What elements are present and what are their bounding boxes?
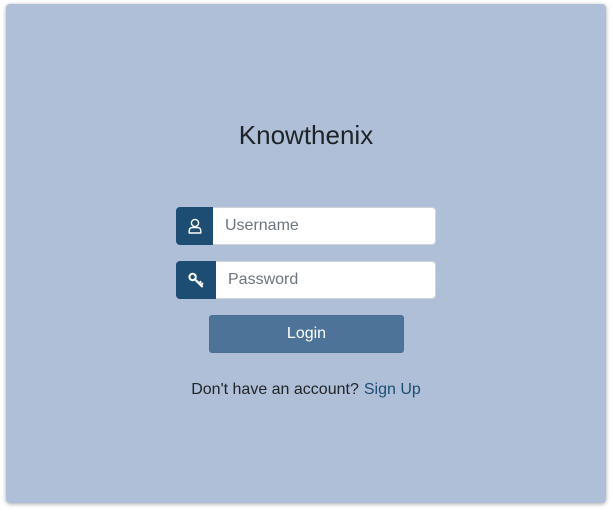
app-title: Knowthenix: [238, 120, 374, 150]
login-card: Knowthenix Login Don't have an account? S…: [6, 4, 606, 503]
username-input[interactable]: [213, 207, 436, 245]
password-input[interactable]: [216, 261, 436, 299]
username-group: [176, 207, 436, 245]
signup-row: Don't have an account? Sign Up: [6, 380, 606, 400]
signup-prompt: Don't have an account?: [191, 381, 359, 398]
user-icon: [176, 207, 213, 245]
login-button[interactable]: Login: [209, 315, 404, 353]
password-group: [176, 261, 436, 299]
signup-link[interactable]: Sign Up: [364, 381, 421, 398]
key-icon: [176, 261, 216, 299]
